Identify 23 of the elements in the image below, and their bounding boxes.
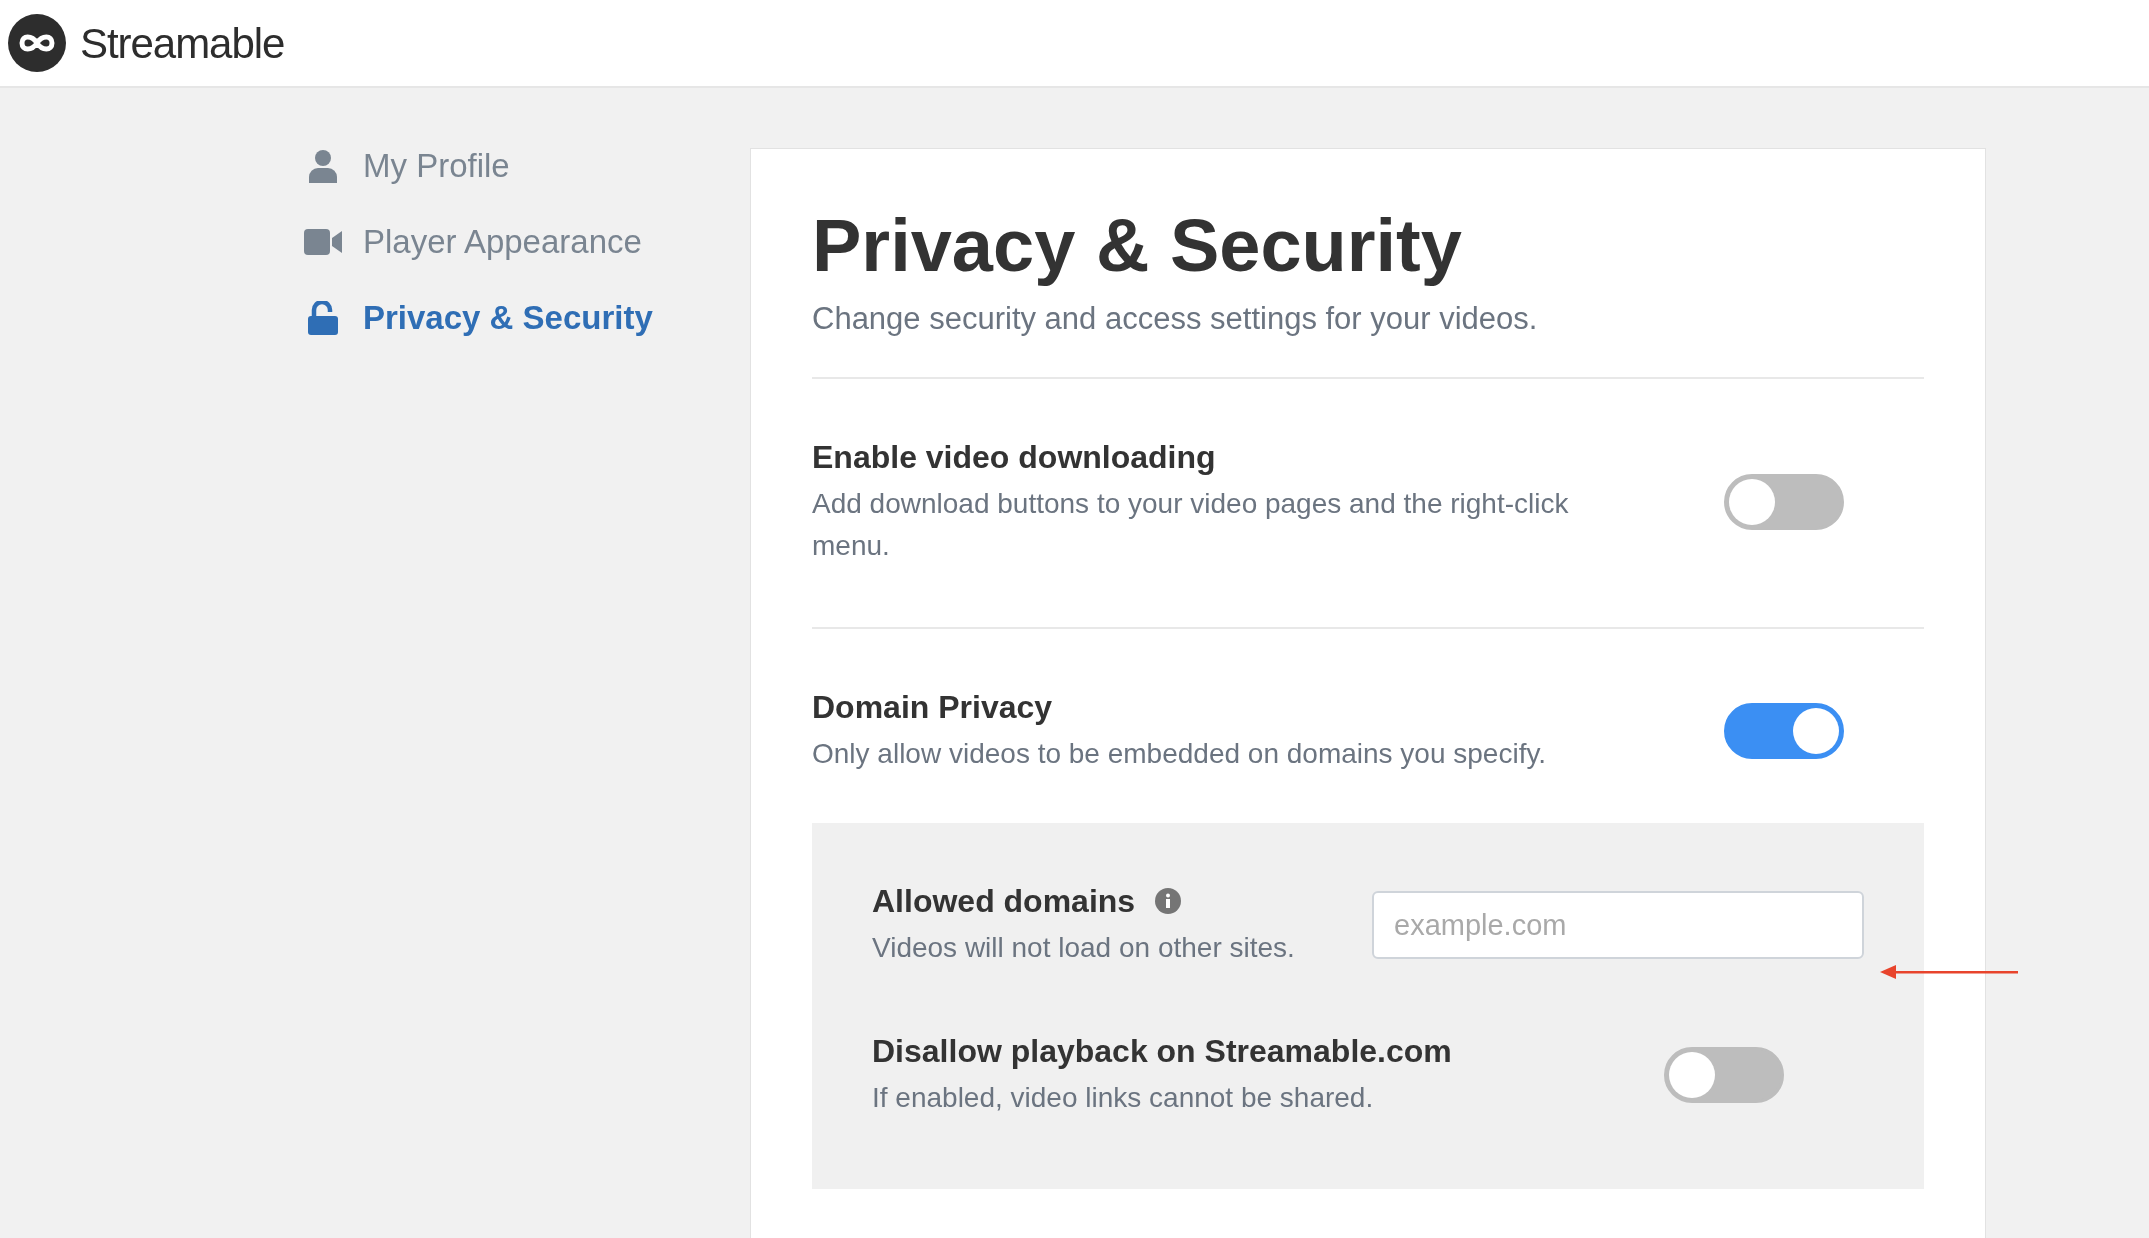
setting-title: Enable video downloading xyxy=(812,438,1217,477)
brand-name[interactable]: Streamable xyxy=(80,11,285,75)
setting-description: Only allow videos to be embedded on domains you specify. xyxy=(812,737,1547,771)
sidebar-item[interactable]: Privacy & Security xyxy=(303,300,750,336)
toggle-switch[interactable] xyxy=(1664,1047,1784,1103)
field-label: Allowed domains xyxy=(872,882,1136,921)
field-description: Videos will not load on other sites. xyxy=(872,931,1296,965)
setting-description: If enabled, video links cannot be shared. xyxy=(872,1081,1375,1115)
setting-title: Domain Privacy xyxy=(812,688,1054,727)
domain-input-field[interactable]: example.com xyxy=(1372,891,1864,959)
page-subtitle: Change security and access settings for your videos. xyxy=(812,300,1539,338)
toggle-switch[interactable] xyxy=(1724,474,1844,530)
infinity-logo-icon[interactable] xyxy=(8,14,66,72)
sidebar-item[interactable]: My Profile xyxy=(303,148,750,184)
video-camera-icon xyxy=(304,229,342,255)
sidebar-item[interactable]: Player Appearance xyxy=(303,224,750,260)
toggle-switch[interactable] xyxy=(1724,703,1844,759)
page-title: Privacy & Security xyxy=(812,203,1463,289)
info-icon[interactable] xyxy=(1155,888,1182,914)
setting-title: Disallow playback on Streamable.com xyxy=(872,1032,1452,1071)
unlocked-padlock-icon xyxy=(308,301,338,335)
setting-description: Add download buttons to your video pages and the right-click menu. xyxy=(812,487,1570,563)
user-icon xyxy=(308,149,338,183)
